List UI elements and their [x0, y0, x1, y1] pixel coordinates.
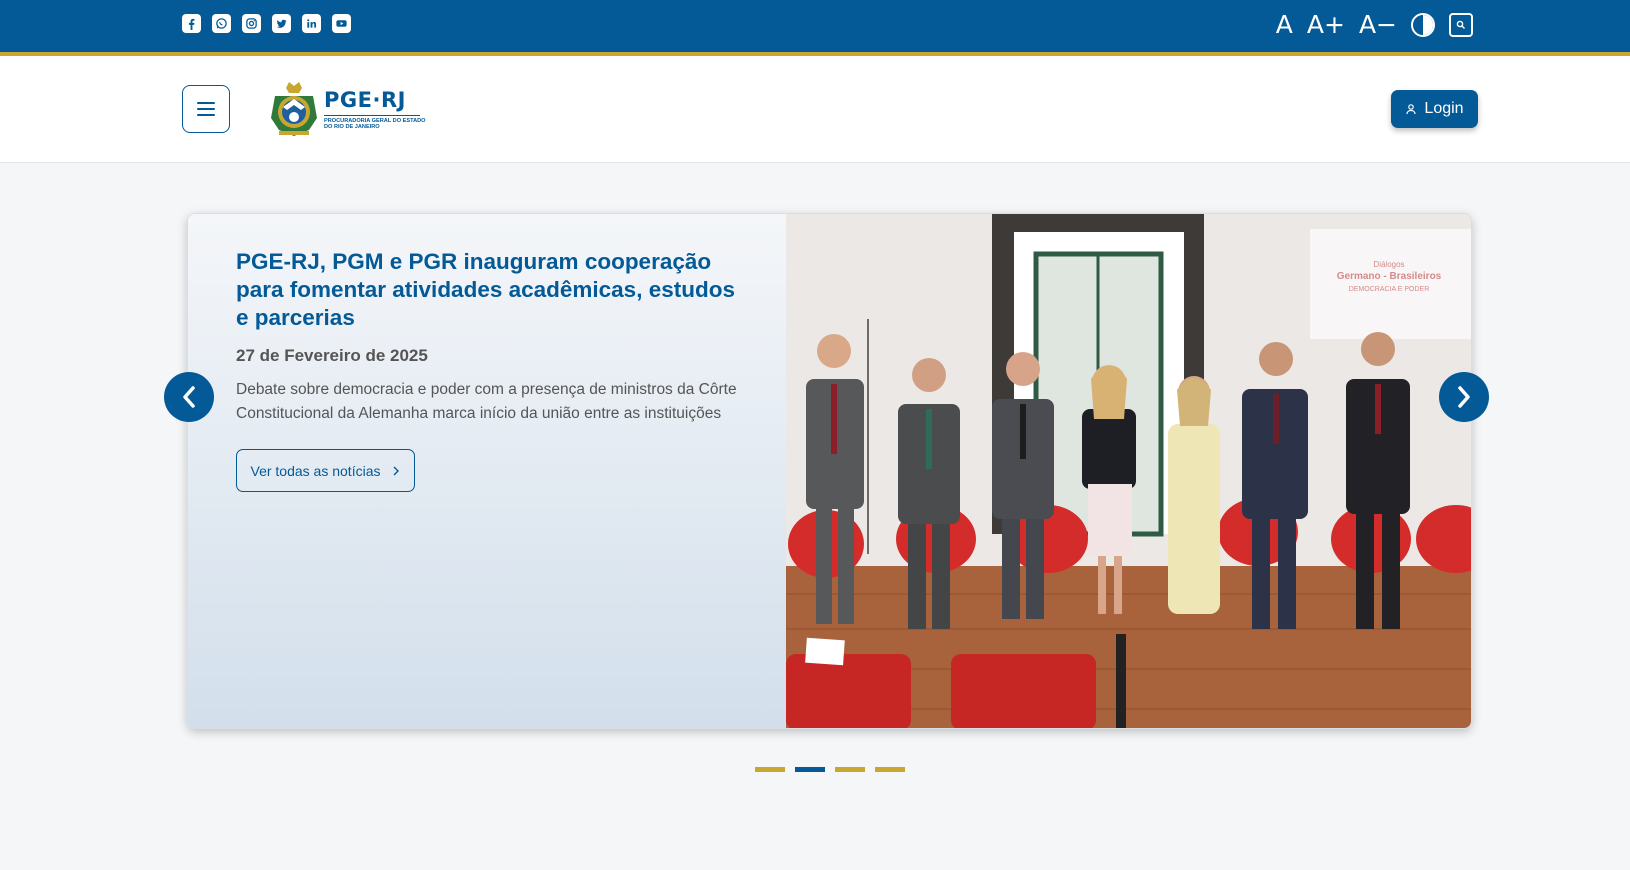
- chevron-right-icon: [393, 466, 400, 475]
- twitter-icon[interactable]: [272, 14, 291, 33]
- slide-title[interactable]: PGE-RJ, PGM e PGR inauguram cooperação p…: [236, 248, 739, 332]
- logo-subtitle-2: DO RIO DE JANEIRO: [324, 124, 380, 130]
- whatsapp-icon[interactable]: [212, 14, 231, 33]
- hamburger-icon-line: [197, 102, 215, 104]
- all-news-label: Ver todas as notícias: [250, 462, 381, 479]
- logo-divider: [324, 114, 420, 116]
- news-carousel: PGE-RJ, PGM e PGR inauguram cooperação p…: [187, 213, 1472, 729]
- projection-line-3: DEMOCRACIA E PODER: [1349, 286, 1430, 293]
- search-button[interactable]: [1449, 13, 1473, 37]
- carousel-indicator[interactable]: [755, 767, 785, 772]
- site-header: PGE·RJ PROCURADORIA GERAL DO ESTADO DO R…: [0, 56, 1630, 163]
- user-icon: [1406, 104, 1417, 115]
- hamburger-icon-line: [197, 114, 215, 116]
- contrast-icon[interactable]: [1411, 13, 1435, 37]
- logo-name: PGE·RJ: [324, 87, 406, 112]
- slide-text-panel: PGE-RJ, PGM e PGR inauguram cooperação p…: [188, 214, 786, 728]
- chevron-left-icon: [183, 386, 195, 408]
- carousel-indicator[interactable]: [875, 767, 905, 772]
- instagram-icon[interactable]: [242, 14, 261, 33]
- site-logo[interactable]: PGE·RJ PROCURADORIA GERAL DO ESTADO DO R…: [269, 80, 426, 138]
- facebook-icon[interactable]: [182, 14, 201, 33]
- carousel-prev-button[interactable]: [164, 372, 214, 422]
- font-decrease-button[interactable]: A−: [1359, 10, 1397, 40]
- projection-line-2: Germano - Brasileiros: [1337, 271, 1442, 282]
- login-button[interactable]: Login: [1391, 90, 1478, 128]
- coat-of-arms-icon: [271, 82, 317, 136]
- font-reset-button[interactable]: A: [1276, 10, 1293, 40]
- carousel-indicators: [755, 767, 905, 772]
- projection-line-1: Diálogos: [1373, 260, 1404, 269]
- login-label: Login: [1424, 100, 1464, 117]
- carousel-next-button[interactable]: [1439, 372, 1489, 422]
- all-news-button[interactable]: Ver todas as notícias: [236, 449, 415, 492]
- slide-date: 27 de Fevereiro de 2025: [236, 346, 428, 365]
- chevron-right-icon: [1458, 386, 1470, 408]
- linkedin-icon[interactable]: [302, 14, 321, 33]
- search-icon: [1456, 20, 1465, 29]
- slide-description: Debate sobre democracia e poder com a pr…: [236, 381, 737, 422]
- social-links: [182, 14, 351, 33]
- slide-photo[interactable]: Diálogos Germano - Brasileiros DEMOCRACI…: [786, 214, 1471, 728]
- top-bar: A A+ A−: [0, 0, 1630, 56]
- carousel-indicator[interactable]: [835, 767, 865, 772]
- accessibility-controls: A A+ A−: [1276, 10, 1473, 40]
- menu-button[interactable]: [182, 85, 230, 133]
- youtube-icon[interactable]: [332, 14, 351, 33]
- hamburger-icon-line: [197, 108, 215, 110]
- carousel-indicator[interactable]: [795, 767, 825, 772]
- font-increase-button[interactable]: A+: [1307, 10, 1345, 40]
